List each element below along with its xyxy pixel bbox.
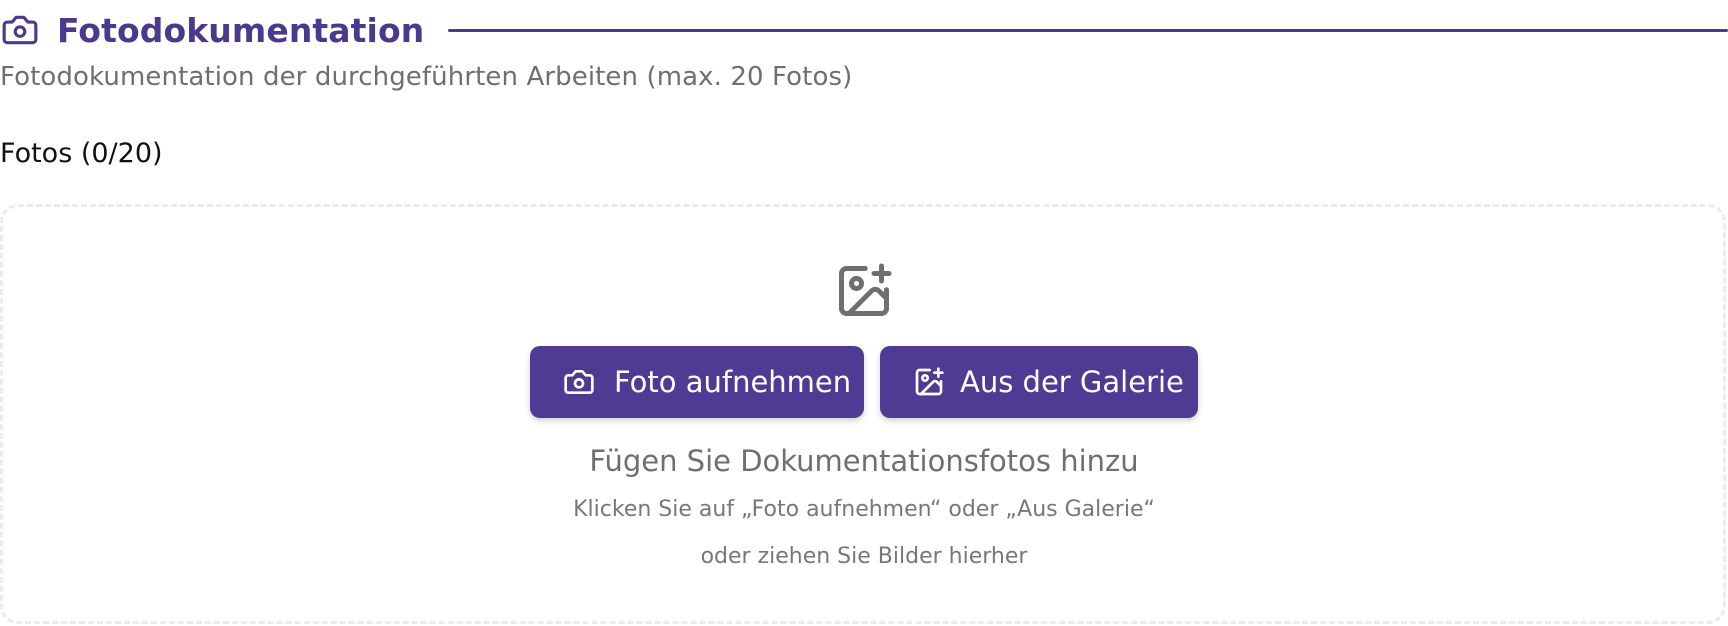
- from-gallery-button[interactable]: Aus der Galerie: [880, 346, 1198, 418]
- photos-count-label: Fotos (0/20): [0, 138, 163, 169]
- take-photo-button-label: Foto aufnehmen: [614, 365, 852, 399]
- section-description: Fotodokumentation der durchgeführten Arb…: [0, 62, 853, 92]
- camera-icon: [562, 365, 596, 399]
- dropzone-hint-drag: oder ziehen Sie Bilder hierher: [700, 544, 1028, 569]
- section-title: Fotodokumentation: [57, 10, 425, 50]
- image-plus-icon: [912, 365, 946, 399]
- section-header: Fotodokumentation: [0, 8, 1728, 52]
- dropzone-hint: Klicken Sie auf „Foto aufnehmen“ oder „A…: [573, 497, 1155, 522]
- take-photo-button[interactable]: Foto aufnehmen: [530, 346, 864, 418]
- header-divider: [448, 28, 1728, 32]
- dropzone-title: Fügen Sie Dokumentationsfotos hinzu: [589, 444, 1139, 478]
- image-plus-icon: [834, 261, 894, 321]
- from-gallery-button-label: Aus der Galerie: [960, 365, 1184, 399]
- camera-icon: [0, 10, 40, 50]
